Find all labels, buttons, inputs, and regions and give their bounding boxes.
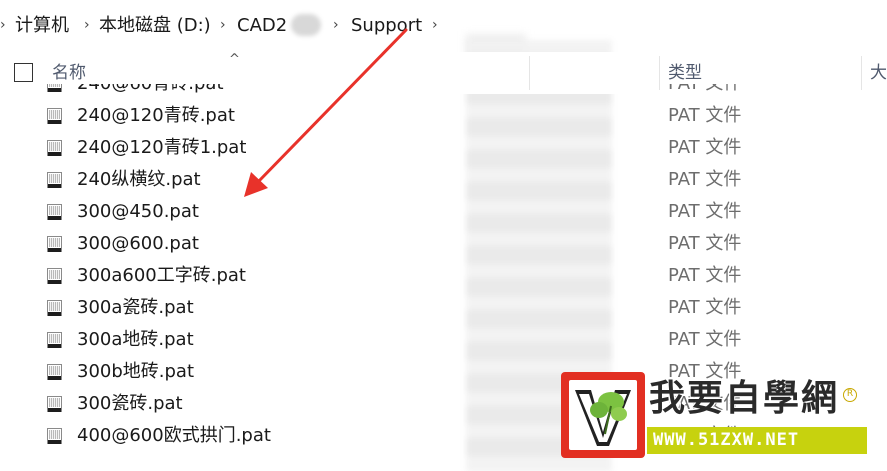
pat-file-icon [47, 140, 62, 156]
file-name[interactable]: 300@450.pat [77, 198, 199, 226]
watermark-title: 我要自學網 [649, 378, 840, 419]
file-row[interactable]: 240@60青砖.pat PAT 文件 [0, 84, 887, 100]
file-type: PAT 文件 [668, 105, 742, 126]
pat-file-icon [47, 300, 62, 316]
breadcrumb-separator[interactable]: › [84, 16, 94, 34]
pat-file-icon [47, 428, 62, 444]
pat-file-icon [47, 396, 62, 412]
breadcrumb: › 计算机 › 本地磁盘 (D:) › CAD2 › Support › [0, 0, 887, 52]
file-type: PAT 文件 [668, 169, 742, 190]
file-name[interactable]: 400@600欧式拱门.pat [77, 422, 271, 450]
pat-file-icon [47, 364, 62, 380]
file-name[interactable]: 240纵横纹.pat [77, 166, 201, 194]
file-row[interactable]: 300a瓷砖.pat PAT 文件 [0, 292, 887, 324]
file-name[interactable]: 240@120青砖.pat [77, 102, 235, 130]
pat-file-icon [47, 332, 62, 348]
file-name[interactable]: 300@600.pat [77, 230, 199, 258]
file-row[interactable]: 300@600.pat PAT 文件 [0, 228, 887, 260]
file-row[interactable]: 300@450.pat PAT 文件 [0, 196, 887, 228]
pat-file-icon [47, 108, 62, 124]
breadcrumb-separator[interactable]: › [432, 16, 442, 34]
blurred-folder-name [291, 14, 321, 36]
column-header-type[interactable]: 类型 [668, 60, 702, 86]
breadcrumb-separator[interactable]: › [333, 16, 343, 34]
breadcrumb-item-computer[interactable]: 计算机 [15, 12, 69, 40]
file-type: PAT 文件 [668, 84, 741, 98]
breadcrumb-item-local-disk[interactable]: 本地磁盘 (D:) [99, 12, 211, 40]
file-name[interactable]: 300a600工字砖.pat [77, 262, 246, 290]
file-type: PAT 文件 [668, 329, 742, 350]
file-name[interactable]: 300a地砖.pat [77, 326, 194, 354]
watermark-logo [561, 372, 645, 458]
column-header-name[interactable]: 名称 [52, 60, 86, 86]
select-all-checkbox[interactable] [14, 63, 33, 82]
column-header-size[interactable]: 大 [870, 60, 887, 86]
file-row[interactable]: 240纵横纹.pat PAT 文件 [0, 164, 887, 196]
file-row[interactable]: 240@120青砖.pat PAT 文件 [0, 100, 887, 132]
registered-mark: R [843, 388, 857, 402]
pat-file-icon [47, 172, 62, 188]
breadcrumb-separator[interactable]: › [220, 16, 230, 34]
breadcrumb-item-support[interactable]: Support [351, 12, 422, 40]
pat-file-icon [47, 236, 62, 252]
file-type: PAT 文件 [668, 201, 742, 222]
breadcrumb-separator[interactable]: › [0, 16, 10, 34]
file-type: PAT 文件 [668, 137, 742, 158]
leaf-logo-icon [575, 390, 631, 446]
pat-file-icon [47, 84, 62, 92]
sort-ascending-icon: ^ [229, 52, 240, 67]
file-row[interactable]: 240@120青砖1.pat PAT 文件 [0, 132, 887, 164]
file-name[interactable]: 300b地砖.pat [77, 358, 194, 386]
file-row[interactable]: 300a600工字砖.pat PAT 文件 [0, 260, 887, 292]
file-type: PAT 文件 [668, 297, 742, 318]
file-name[interactable]: 300瓷砖.pat [77, 390, 183, 418]
file-name[interactable]: 300a瓷砖.pat [77, 294, 194, 322]
file-type: PAT 文件 [668, 233, 742, 254]
watermark: 我要自學網 R WWW.51ZXW.NET [561, 372, 867, 458]
watermark-url: WWW.51ZXW.NET [653, 430, 800, 450]
pat-file-icon [47, 268, 62, 284]
pat-file-icon [47, 204, 62, 220]
file-type: PAT 文件 [668, 265, 742, 286]
file-name[interactable]: 240@120青砖1.pat [77, 134, 246, 162]
file-row[interactable]: 300a地砖.pat PAT 文件 [0, 324, 887, 356]
file-name[interactable]: 240@60青砖.pat [77, 84, 224, 98]
breadcrumb-item-cad-folder[interactable]: CAD2 [237, 12, 287, 40]
